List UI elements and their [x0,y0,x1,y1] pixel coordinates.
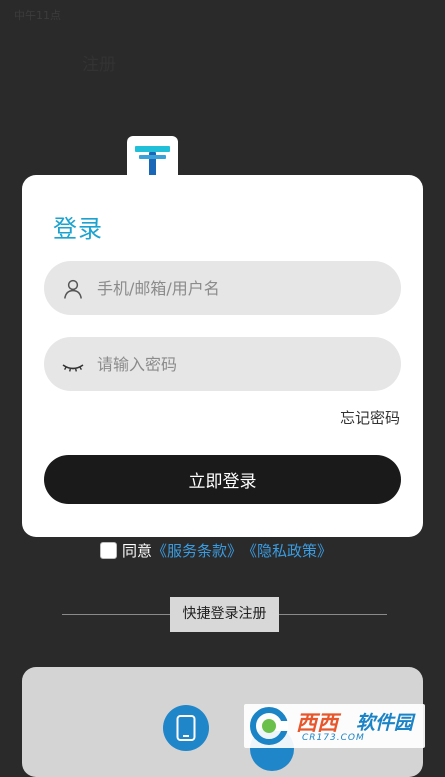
watermark-site: CR173.COM [302,733,365,743]
divider-left [62,614,170,615]
watermark-name-b: 软件园 [356,712,414,734]
status-time: 中午11点 [14,9,61,22]
forgot-password-link[interactable]: 忘记密码 [340,407,400,428]
watermark-logo [250,707,288,745]
nav-register[interactable]: 注册 [82,50,116,75]
username-field[interactable] [44,261,401,315]
phone-login-button[interactable] [163,705,209,751]
user-icon [64,279,82,299]
terms-of-service-link[interactable]: 《服务条款》 [152,540,242,561]
privacy-policy-link[interactable]: 《隐私政策》 [242,540,332,561]
t-logo-icon [135,146,170,176]
top-nav: 注册 [0,40,445,80]
agreement-row: 同意 《服务条款》 《隐私政策》 [100,539,332,561]
agreement-prefix: 同意 [122,541,153,560]
login-title: 登录 [53,215,103,243]
status-bar: 中午11点 [0,0,445,28]
watermark: 西西 软件园 CR173.COM [244,704,425,748]
eye-closed-icon[interactable] [61,353,85,377]
agreement-checkbox[interactable] [100,541,117,559]
password-field[interactable] [44,337,401,391]
phone-icon [176,715,196,741]
divider-right [279,614,387,615]
quick-login-label: 快捷登录注册 [170,597,279,632]
login-button[interactable]: 立即登录 [44,455,401,504]
password-input[interactable] [97,337,387,391]
username-input[interactable] [97,261,387,315]
login-card: 登录 忘记密码 立即登录 [22,175,423,537]
